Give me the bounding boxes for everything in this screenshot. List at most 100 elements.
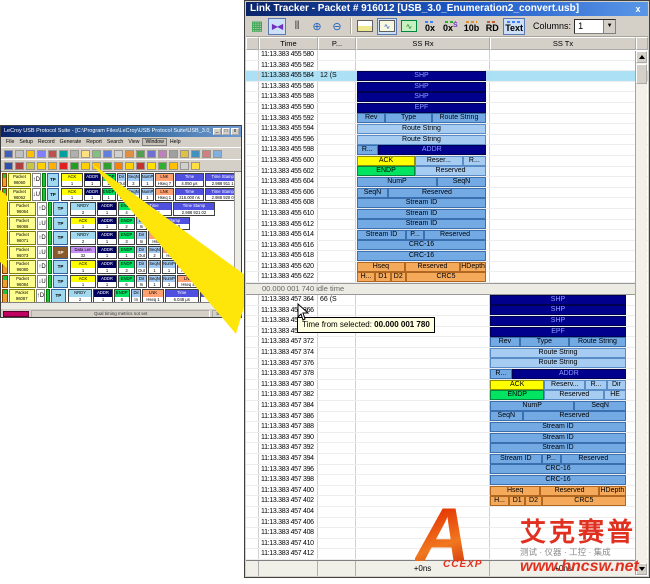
table-row[interactable]: 11:13.383 457 384NumPSeqN	[246, 401, 648, 412]
toolbar-icon-13[interactable]	[147, 150, 156, 158]
table-row[interactable]: 11:13.383 457 380ACKReserv...R...Dir	[246, 380, 648, 391]
packet-row[interactable]: Packet96073↓USPData Len32ADDR1ENDP1DirOu…	[2, 246, 241, 260]
table-row[interactable]: 11:13.383 455 582	[246, 61, 648, 72]
toolbar-icon-13[interactable]	[147, 162, 156, 170]
menu-help[interactable]: Help	[168, 139, 183, 145]
table-row[interactable]: 11:13.383 455 586SHP	[246, 82, 648, 93]
hex-button[interactable]: 0x	[421, 18, 439, 35]
packet-row[interactable]: Packet96071↑DTPNRDY2ADDR1ENDP3DirInLNKHs…	[2, 231, 241, 245]
toolbar-icon-4[interactable]	[48, 150, 57, 158]
scroll-track[interactable]	[636, 84, 647, 563]
wave-view-button[interactable]: ∿	[377, 18, 397, 35]
toolbar-icon-0[interactable]	[4, 162, 13, 170]
packet-row[interactable]: Packet96062↓UTPACK1ADDR1ENDP1DirInSeqN1N…	[2, 188, 241, 202]
toolbar-icon-7[interactable]	[81, 162, 90, 170]
toolbar-icon-12[interactable]	[136, 162, 145, 170]
toolbar-icon-16[interactable]	[180, 162, 189, 170]
toolbar-icon-3[interactable]	[37, 162, 46, 170]
window-button-cell[interactable]: _	[213, 128, 221, 135]
window-button-cell[interactable]: □	[222, 128, 230, 135]
column-header-p[interactable]: P...	[318, 37, 356, 50]
table-row[interactable]: 11:13.383 455 612Stream ID	[246, 220, 648, 231]
horizontal-scrollbar[interactable]	[1, 302, 241, 309]
table-row[interactable]: 11:13.383 457 398CRC-16	[246, 475, 648, 486]
packet-row[interactable]: Packet96087↑DTPNRDY2ADDR1ENDP6DirInLNKHs…	[2, 289, 241, 302]
running-disparity-button[interactable]: RD	[483, 18, 501, 35]
toolbar-icon-5[interactable]	[59, 150, 68, 158]
table-row[interactable]: 11:13.383 457 376Route String	[246, 359, 648, 370]
menu-setup[interactable]: Setup	[17, 139, 35, 145]
menu-file[interactable]: File	[4, 139, 16, 145]
toolbar-icon-2[interactable]	[26, 162, 35, 170]
table-row[interactable]: 11:13.383 455 608Stream ID	[246, 198, 648, 209]
text-mode-button[interactable]: Text	[503, 18, 525, 35]
menu-view[interactable]: View	[126, 139, 141, 145]
toolbar-icon-10[interactable]	[114, 162, 123, 170]
table-row[interactable]: 11:13.383 455 590EPF	[246, 103, 648, 114]
table-row[interactable]: 11:13.383 455 600ACKReser...R...	[246, 156, 648, 167]
column-header-cell[interactable]	[246, 37, 259, 50]
column-header-time[interactable]: Time	[259, 37, 318, 50]
toolbar-icon-11[interactable]	[125, 162, 134, 170]
settings-button[interactable]: ⫴	[288, 18, 306, 35]
protocol-suite-titlebar[interactable]: LeCroy USB Protocol Suite - [C:\Program …	[1, 126, 241, 137]
table-row[interactable]: 11:13.383 457 378R...ADDR	[246, 369, 648, 380]
table-row[interactable]: 11:13.383 457 372RevTypeRoute String	[246, 337, 648, 348]
menu-window[interactable]: Window	[142, 138, 166, 146]
table-row[interactable]: 11:13.383 455 622H...D1D2CRC5	[246, 272, 648, 283]
scroll-thumb[interactable]	[636, 64, 647, 84]
toolbar-icon-17[interactable]	[191, 162, 200, 170]
columns-select[interactable]: 1▼	[574, 19, 616, 34]
toolbar-icon-8[interactable]	[92, 162, 101, 170]
zoom-in-button[interactable]: ⊕	[308, 18, 326, 35]
table-row[interactable]: 11:13.383 455 602ENDPReserved	[246, 167, 648, 178]
menu-search[interactable]: Search	[105, 139, 125, 145]
toolbar-icon-14[interactable]	[158, 150, 167, 158]
table-row[interactable]: 11:13.383 455 616CRC-16	[246, 241, 648, 252]
table-row[interactable]: 11:13.383 455 58412 (SSHP	[246, 71, 648, 82]
column-header-cell[interactable]	[636, 37, 648, 50]
toolbar-icon-4[interactable]	[48, 162, 57, 170]
table-row[interactable]: 11:13.383 455 596Route String	[246, 135, 648, 146]
toolbar-icon-12[interactable]	[136, 150, 145, 158]
dropdown-arrow-icon[interactable]: ▼	[603, 20, 615, 33]
table-row[interactable]: 11:13.383 457 392Stream ID	[246, 443, 648, 454]
toolbar-icon-0[interactable]	[4, 150, 13, 158]
toolbar-icon-18[interactable]	[202, 150, 211, 158]
table-row[interactable]: 11:13.383 457 394Stream IDP...Reserved	[246, 454, 648, 465]
table-row[interactable]: 11:13.383 455 580	[246, 50, 648, 61]
table-row[interactable]: 11:13.383 455 618CRC-16	[246, 251, 648, 262]
packet-row[interactable]: Packet96066↓UTPACK1ADDR1ENDP2DirInTime S…	[2, 217, 241, 231]
menu-generate[interactable]: Generate	[58, 139, 84, 145]
packet-row[interactable]: Packet96080↑DTPACK1ADDR1ENDP3DirOutSeqN1…	[2, 260, 241, 274]
table-row[interactable]: 11:13.383 457 396CRC-16	[246, 465, 648, 476]
toolbar-icon-1[interactable]	[15, 150, 24, 158]
packet-row[interactable]: Packet96064↑DTPNRDY2ADDR1ENDP4Time5.4 μs…	[2, 202, 241, 216]
toolbar-icon-9[interactable]	[103, 150, 112, 158]
table-row[interactable]: 11:13.383 455 588SHP	[246, 92, 648, 103]
scroll-up-button[interactable]	[636, 51, 647, 63]
packet-row[interactable]: Packet96060↑DTPACK1ADDR1ENDP1DirOutSeqN2…	[2, 173, 241, 187]
table-row[interactable]: 11:13.383 455 604NumPSeqN	[246, 177, 648, 188]
table-row[interactable]: 11:13.383 455 610Stream ID	[246, 209, 648, 220]
table-row[interactable]: 11:13.383 457 390Stream ID	[246, 433, 648, 444]
toolbar-icon-15[interactable]	[169, 162, 178, 170]
toolbar-icon-16[interactable]	[180, 150, 189, 158]
toolbar-icon-6[interactable]	[70, 162, 79, 170]
table-row[interactable]: 11:13.383 455 620HseqReservedHDepth	[246, 262, 648, 273]
toolbar-icon-15[interactable]	[169, 150, 178, 158]
collapse-packets-button[interactable]: ▶◀	[268, 18, 286, 35]
display-options-button[interactable]: ▦	[248, 18, 266, 35]
toolbar-icon-3[interactable]	[37, 150, 46, 158]
split-view-button[interactable]	[355, 18, 375, 35]
toolbar-icon-8[interactable]	[92, 150, 101, 158]
menu-report[interactable]: Report	[84, 139, 104, 145]
toolbar-icon-6[interactable]	[70, 150, 79, 158]
window-button-x[interactable]: x	[231, 128, 239, 135]
table-row[interactable]: 11:13.383 457 386SeqNReserved	[246, 412, 648, 423]
table-row[interactable]: 11:13.383 455 614Stream IDP...Reserved	[246, 230, 648, 241]
toolbar-icon-1[interactable]	[15, 162, 24, 170]
toolbar-icon-7[interactable]	[81, 150, 90, 158]
table-row[interactable]: 11:13.383 455 594Route String	[246, 124, 648, 135]
toolbar-icon-2[interactable]	[26, 150, 35, 158]
